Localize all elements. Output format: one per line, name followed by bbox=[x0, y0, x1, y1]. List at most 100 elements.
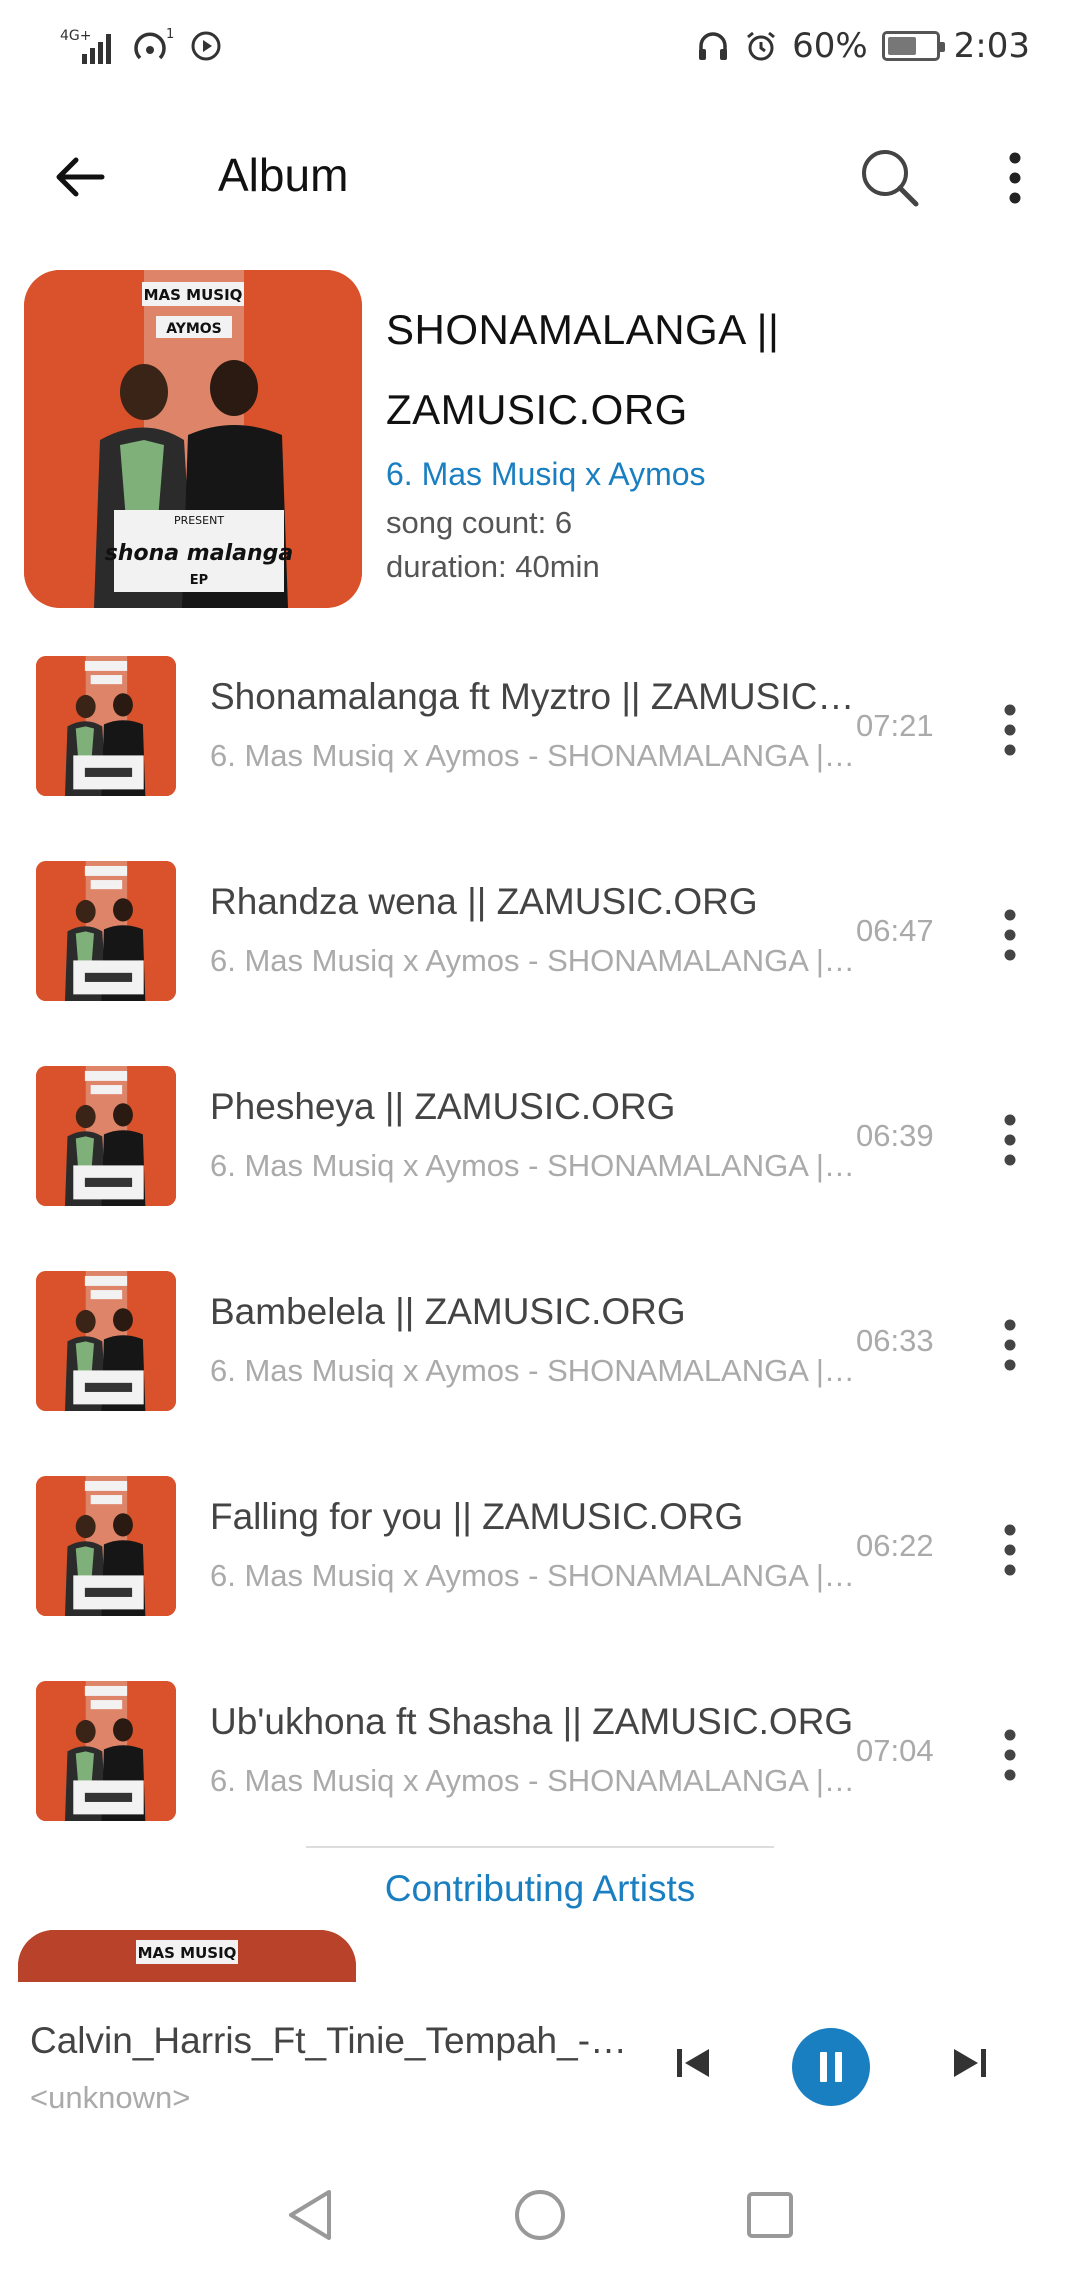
back-arrow-icon bbox=[56, 157, 105, 197]
track-thumbnail bbox=[36, 656, 176, 796]
track-more-button[interactable] bbox=[985, 1305, 1035, 1385]
skip-next-icon bbox=[954, 2049, 986, 2077]
art-text-5: EP bbox=[190, 573, 208, 588]
track-thumbnail bbox=[36, 1476, 176, 1616]
nav-recents-button[interactable] bbox=[735, 2180, 805, 2250]
artist-image: MAS MUSIQ bbox=[18, 1930, 356, 1982]
headphones-icon bbox=[696, 29, 730, 63]
track-thumbnail bbox=[36, 1066, 176, 1206]
track-cover-image bbox=[36, 861, 176, 1001]
track-more-button[interactable] bbox=[985, 1100, 1035, 1180]
track-subtitle: 6. Mas Musiq x Aymos - SHONAMALANGA || Z… bbox=[210, 1558, 860, 1593]
track-more-button[interactable] bbox=[985, 1715, 1035, 1795]
track-row[interactable]: Falling for you || ZAMUSIC.ORG 6. Mas Mu… bbox=[0, 1460, 1080, 1665]
track-duration: 06:47 bbox=[856, 913, 934, 948]
battery-level-fill bbox=[887, 37, 916, 55]
pause-button[interactable] bbox=[792, 2028, 870, 2106]
track-title: Bambelela || ZAMUSIC.ORG bbox=[210, 1291, 686, 1332]
track-cover-image bbox=[36, 1271, 176, 1411]
track-title: Shonamalanga ft Myztro || ZAMUSIC.ORG bbox=[210, 676, 860, 717]
art-text-3: PRESENT bbox=[174, 514, 224, 527]
track-row[interactable]: Shonamalanga ft Myztro || ZAMUSIC.ORG 6.… bbox=[0, 640, 1080, 845]
track-cover-image bbox=[36, 656, 176, 796]
battery-icon bbox=[881, 31, 945, 61]
more-vert-icon bbox=[1004, 909, 1016, 961]
now-playing-artist: <unknown> bbox=[30, 2080, 191, 2115]
section-divider bbox=[306, 1846, 774, 1848]
track-subtitle: 6. Mas Musiq x Aymos - SHONAMALANGA || Z… bbox=[210, 1353, 860, 1388]
track-title: Phesheya || ZAMUSIC.ORG bbox=[210, 1086, 676, 1127]
album-cover-image: MAS MUSIQ AYMOS PRESENT shona malanga EP bbox=[24, 270, 362, 608]
track-duration: 06:22 bbox=[856, 1528, 934, 1563]
track-title: Ub'ukhona ft Shasha || ZAMUSIC.ORG bbox=[210, 1701, 854, 1742]
album-artist-link[interactable]: 6. Mas Musiq x Aymos bbox=[386, 456, 1066, 493]
status-bar: 4G+ 1 60% 2:03 bbox=[0, 0, 1080, 92]
network-type-label: 4G+ bbox=[60, 28, 92, 44]
pause-icon bbox=[820, 2052, 842, 2082]
track-subtitle: 6. Mas Musiq x Aymos - SHONAMALANGA || Z… bbox=[210, 1148, 860, 1183]
more-vert-icon bbox=[1004, 1729, 1016, 1781]
track-thumbnail bbox=[36, 1271, 176, 1411]
art-text-4: shona malanga bbox=[105, 541, 293, 566]
track-list: Shonamalanga ft Myztro || ZAMUSIC.ORG 6.… bbox=[0, 640, 1080, 1870]
hotspot-badge: 1 bbox=[166, 27, 174, 42]
mini-player[interactable]: Calvin_Harris_Ft_Tinie_Tempah_-_Drinking… bbox=[0, 1982, 1080, 2150]
skip-previous-icon bbox=[677, 2049, 709, 2077]
search-button[interactable] bbox=[850, 138, 930, 218]
track-cover-image bbox=[36, 1476, 176, 1616]
track-thumbnail bbox=[36, 861, 176, 1001]
album-song-count: song count: 6 bbox=[386, 505, 573, 540]
album-title: SHONAMALANGA || ZAMUSIC.ORG bbox=[386, 306, 780, 433]
more-vert-icon bbox=[1004, 704, 1016, 756]
track-row[interactable]: Bambelela || ZAMUSIC.ORG 6. Mas Musiq x … bbox=[0, 1255, 1080, 1460]
track-more-button[interactable] bbox=[985, 1510, 1035, 1590]
art-text-2: AYMOS bbox=[166, 321, 222, 337]
contributing-artists-heading: Contributing Artists bbox=[384, 1868, 696, 1909]
status-bar-right: 60% 2:03 bbox=[696, 26, 1030, 66]
battery-percent: 60% bbox=[792, 26, 868, 66]
track-cover-image bbox=[36, 1066, 176, 1206]
album-info: SHONAMALANGA || ZAMUSIC.ORG 6. Mas Musiq… bbox=[386, 290, 1066, 585]
back-button[interactable] bbox=[42, 140, 116, 214]
system-nav-bar bbox=[0, 2150, 1080, 2280]
hotspot-icon: 1 bbox=[132, 26, 176, 66]
album-cover[interactable]: MAS MUSIQ AYMOS PRESENT shona malanga EP bbox=[24, 270, 362, 608]
clock: 2:03 bbox=[953, 26, 1030, 66]
artist-image-text: MAS MUSIQ bbox=[138, 1944, 237, 1962]
contributing-artist-card[interactable]: MAS MUSIQ bbox=[18, 1930, 356, 1982]
app-bar: Album bbox=[0, 110, 1080, 240]
track-row[interactable]: Ub'ukhona ft Shasha || ZAMUSIC.ORG 6. Ma… bbox=[0, 1665, 1080, 1870]
more-vert-icon bbox=[1004, 1524, 1016, 1576]
next-button[interactable] bbox=[935, 2028, 1005, 2098]
nav-back-button[interactable] bbox=[275, 2180, 345, 2250]
track-cover-image bbox=[36, 1681, 176, 1821]
nav-home-icon bbox=[515, 2190, 565, 2240]
album-duration: duration: 40min bbox=[386, 549, 600, 584]
status-bar-left: 4G+ 1 bbox=[60, 26, 222, 66]
track-thumbnail bbox=[36, 1681, 176, 1821]
track-subtitle: 6. Mas Musiq x Aymos - SHONAMALANGA || Z… bbox=[210, 1763, 860, 1798]
track-more-button[interactable] bbox=[985, 690, 1035, 770]
track-duration: 07:04 bbox=[856, 1733, 934, 1768]
more-vert-icon bbox=[1004, 1114, 1016, 1166]
search-icon bbox=[862, 150, 919, 207]
nav-home-button[interactable] bbox=[505, 2180, 575, 2250]
track-row[interactable]: Phesheya || ZAMUSIC.ORG 6. Mas Musiq x A… bbox=[0, 1050, 1080, 1255]
more-vert-icon bbox=[1004, 1319, 1016, 1371]
cellular-signal-icon: 4G+ bbox=[60, 26, 118, 66]
art-text-1: MAS MUSIQ bbox=[144, 286, 243, 304]
track-row[interactable]: Rhandza wena || ZAMUSIC.ORG 6. Mas Musiq… bbox=[0, 845, 1080, 1050]
nav-recents-icon bbox=[747, 2192, 793, 2238]
track-duration: 06:39 bbox=[856, 1118, 934, 1153]
previous-button[interactable] bbox=[658, 2028, 728, 2098]
now-playing-title: Calvin_Harris_Ft_Tinie_Tempah_-_Drinking… bbox=[30, 2020, 640, 2061]
track-title: Rhandza wena || ZAMUSIC.ORG bbox=[210, 881, 758, 922]
more-vert-icon bbox=[1009, 152, 1021, 204]
overflow-menu-button[interactable] bbox=[985, 138, 1045, 218]
nav-back-icon bbox=[289, 2190, 331, 2240]
page-title: Album bbox=[218, 149, 349, 201]
track-more-button[interactable] bbox=[985, 895, 1035, 975]
alarm-icon bbox=[744, 29, 778, 63]
track-subtitle: 6. Mas Musiq x Aymos - SHONAMALANGA || Z… bbox=[210, 943, 860, 978]
media-playing-icon bbox=[190, 30, 222, 62]
